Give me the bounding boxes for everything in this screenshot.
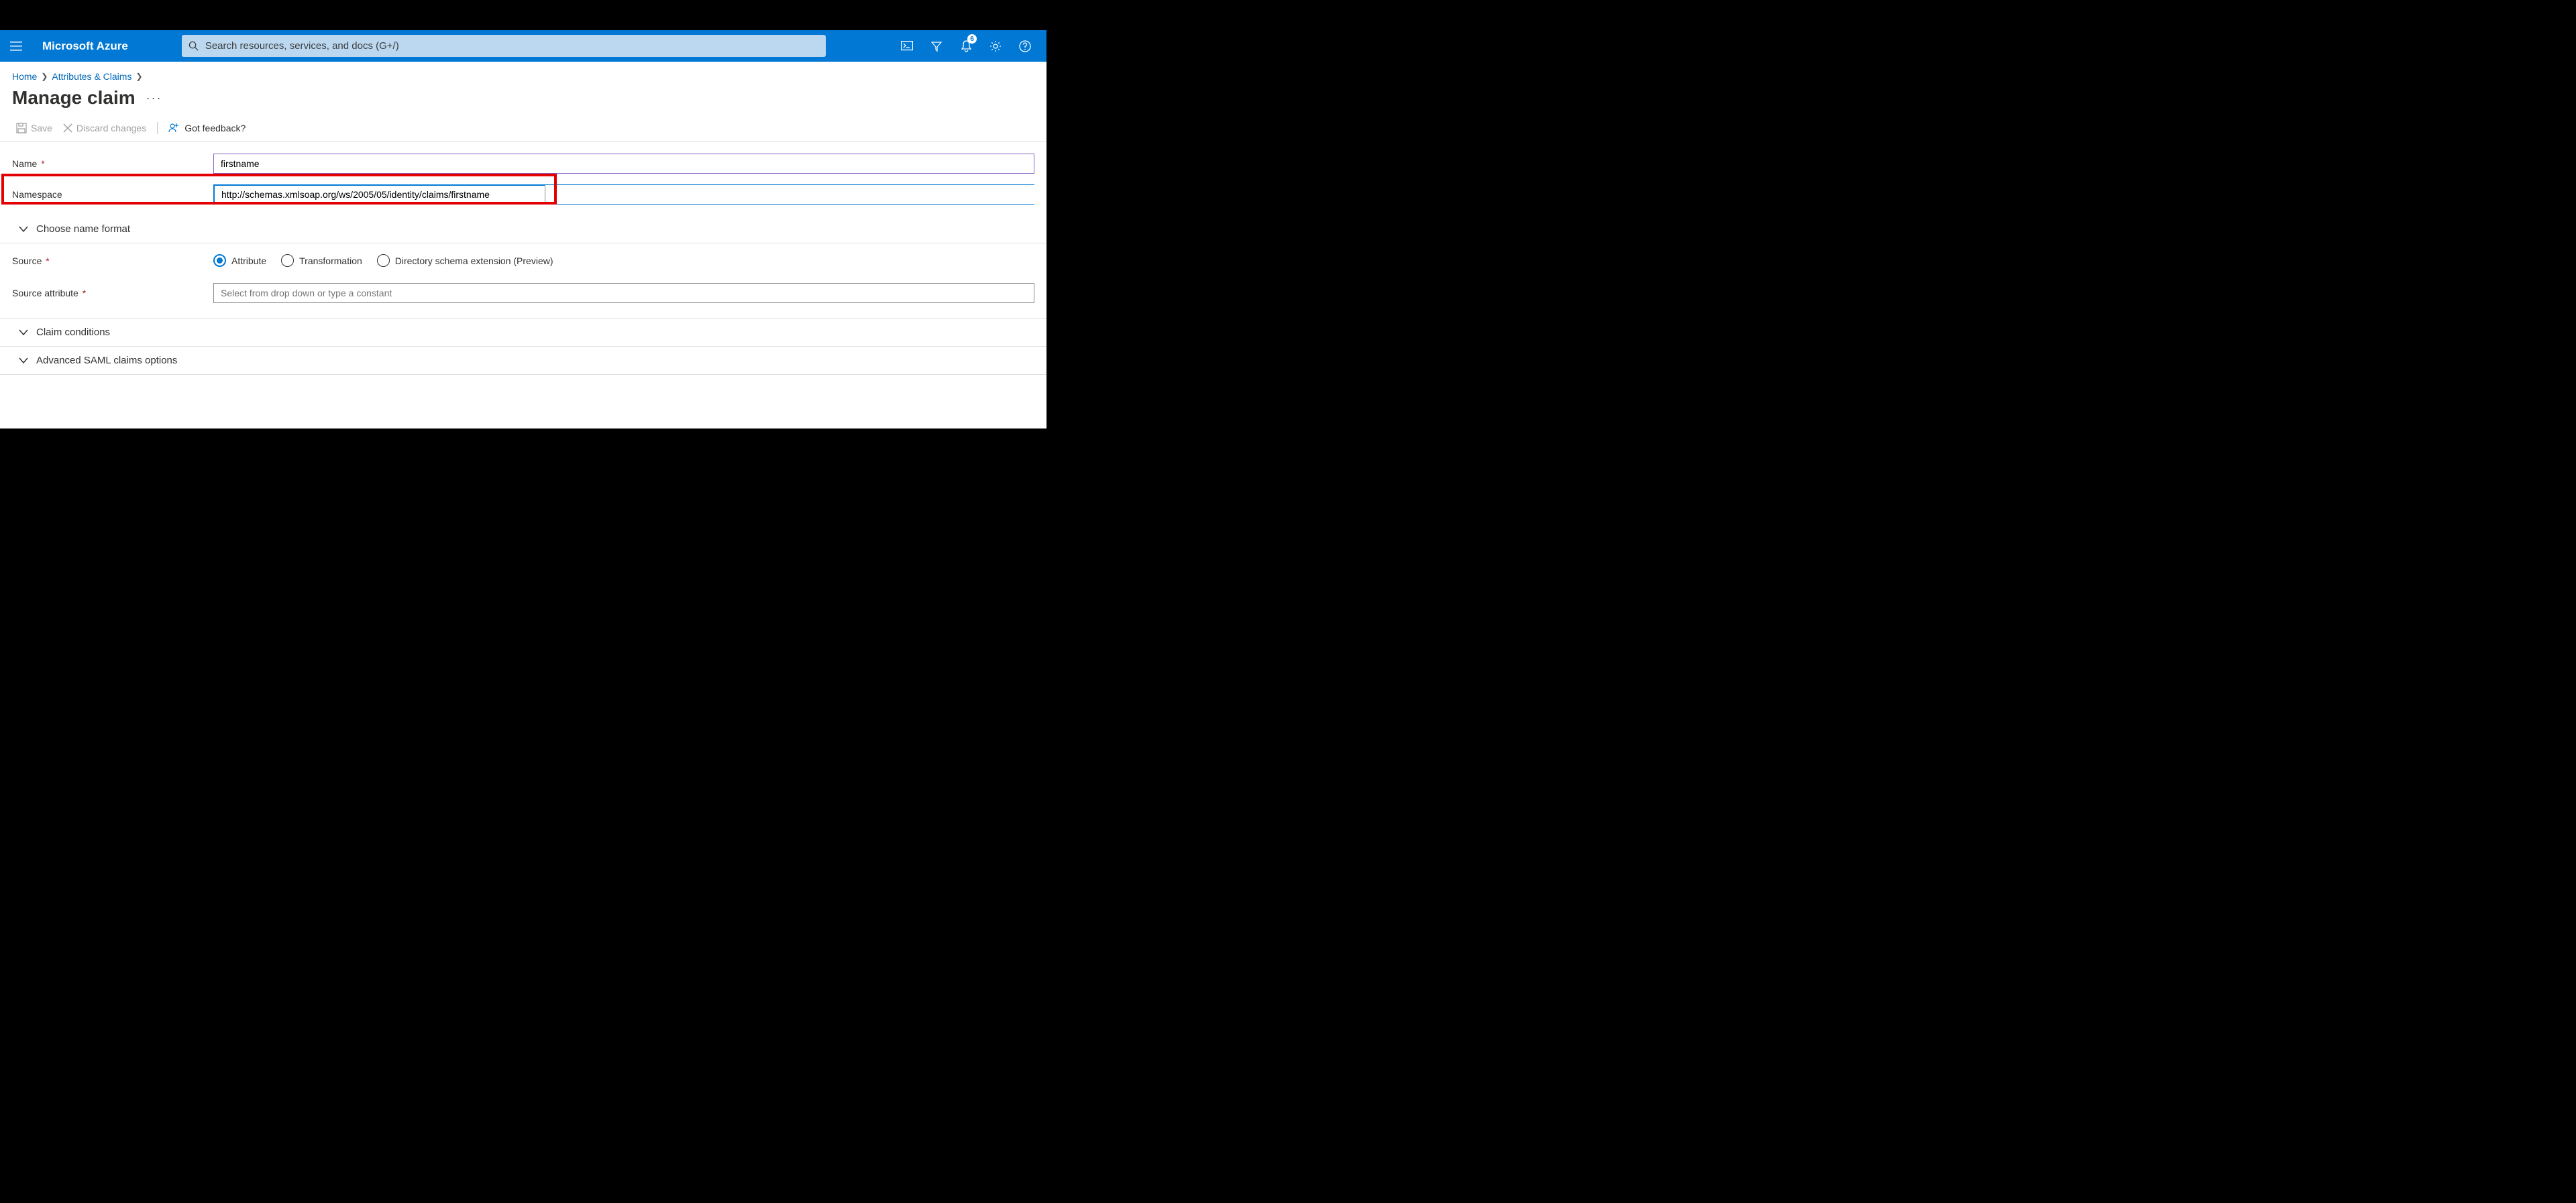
namespace-row: Namespace: [0, 179, 1046, 210]
required-asterisk: *: [80, 288, 86, 298]
name-label-text: Name: [12, 158, 37, 169]
advanced-saml-label: Advanced SAML claims options: [36, 355, 177, 366]
save-icon: [16, 123, 27, 133]
topbar: Microsoft Azure: [0, 30, 1046, 62]
name-input[interactable]: [213, 154, 1034, 174]
required-asterisk: *: [43, 255, 49, 266]
search-box[interactable]: [182, 35, 826, 57]
input-extension: [545, 184, 1034, 205]
claim-conditions-label: Claim conditions: [36, 327, 110, 338]
notification-badge: 6: [967, 34, 977, 44]
save-label: Save: [31, 123, 52, 133]
name-row: Name *: [0, 148, 1046, 179]
cloud-shell-button[interactable]: [892, 30, 922, 62]
breadcrumb: Home ❯ Attributes & Claims ❯: [0, 62, 1046, 84]
page-title-row: Manage claim ···: [0, 84, 1046, 122]
settings-button[interactable]: [981, 30, 1010, 62]
bottom-spacer: [0, 375, 1046, 428]
namespace-label: Namespace: [12, 189, 213, 200]
breadcrumb-home[interactable]: Home: [12, 71, 37, 82]
chevron-right-icon: ❯: [41, 72, 48, 81]
name-label: Name *: [12, 158, 213, 169]
toolbar-separator: [157, 122, 158, 134]
source-attribute-input[interactable]: [213, 283, 1034, 303]
choose-name-format-label: Choose name format: [36, 223, 130, 235]
choose-name-format-expander[interactable]: Choose name format: [0, 215, 1046, 243]
source-label: Source *: [12, 255, 213, 266]
hamburger-menu[interactable]: [0, 42, 32, 51]
close-icon: [63, 123, 72, 133]
hamburger-icon: [10, 42, 22, 51]
source-radio-group: Attribute Transformation Directory schem…: [213, 254, 1034, 267]
namespace-input[interactable]: [213, 184, 545, 205]
source-attribute-label-text: Source attribute: [12, 288, 78, 298]
required-asterisk: *: [38, 158, 44, 169]
page-title: Manage claim: [12, 87, 136, 109]
discard-label: Discard changes: [76, 123, 146, 133]
chevron-right-icon: ❯: [136, 72, 142, 81]
radio-transformation-label: Transformation: [299, 255, 362, 266]
radio-transformation[interactable]: Transformation: [281, 254, 362, 267]
radio-attribute-label: Attribute: [231, 255, 266, 266]
source-row: Source * Attribute Transformation Direct…: [0, 243, 1046, 278]
radio-attribute[interactable]: Attribute: [213, 254, 266, 267]
more-actions-button[interactable]: ···: [146, 91, 162, 105]
notifications-button[interactable]: 6: [951, 30, 981, 62]
topbar-icons: 6: [892, 30, 1046, 62]
feedback-button[interactable]: Got feedback?: [168, 123, 246, 133]
source-attribute-label: Source attribute *: [12, 288, 213, 298]
search-input[interactable]: [205, 40, 819, 52]
chevron-down-icon: [12, 329, 28, 336]
brand-label[interactable]: Microsoft Azure: [32, 40, 182, 53]
save-button[interactable]: Save: [16, 123, 52, 133]
advanced-saml-expander[interactable]: Advanced SAML claims options: [0, 347, 1046, 375]
source-label-text: Source: [12, 255, 42, 266]
search-icon: [189, 41, 199, 51]
breadcrumb-attributes-claims[interactable]: Attributes & Claims: [52, 71, 131, 82]
gear-icon: [989, 40, 1002, 52]
radio-directory-schema[interactable]: Directory schema extension (Preview): [377, 254, 553, 267]
help-icon: [1019, 40, 1031, 52]
form: Name * Namespace Choose name format Sour…: [0, 141, 1046, 375]
toolbar: Save Discard changes Got feedback?: [0, 122, 1046, 141]
filter-icon: [930, 40, 943, 52]
feedback-icon: [168, 123, 180, 133]
source-attribute-row: Source attribute *: [0, 278, 1046, 308]
directory-filter-button[interactable]: [922, 30, 951, 62]
feedback-label: Got feedback?: [184, 123, 246, 133]
help-button[interactable]: [1010, 30, 1040, 62]
letterbox-bottom: [0, 428, 1046, 459]
app-container: Microsoft Azure: [0, 30, 1046, 428]
chevron-down-icon: [12, 357, 28, 364]
letterbox-top: [0, 0, 1046, 30]
discard-button[interactable]: Discard changes: [63, 123, 146, 133]
chevron-down-icon: [12, 226, 28, 233]
cloud-shell-icon: [901, 41, 913, 52]
radio-directory-label: Directory schema extension (Preview): [395, 255, 553, 266]
claim-conditions-expander[interactable]: Claim conditions: [0, 318, 1046, 347]
